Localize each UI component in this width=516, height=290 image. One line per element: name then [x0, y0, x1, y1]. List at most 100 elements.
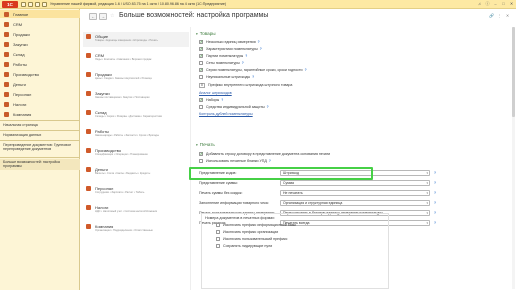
- sum-representation-select[interactable]: Сумма ▾: [280, 180, 430, 186]
- link-icon[interactable]: 🔗: [489, 13, 494, 19]
- section-general[interactable]: Общие Товары • Единицы измерения • Штрих…: [83, 32, 189, 47]
- help-icon[interactable]: ?: [434, 180, 436, 186]
- help-icon[interactable]: ?: [434, 170, 436, 176]
- help-icon[interactable]: ?: [252, 75, 254, 79]
- checkbox[interactable]: [199, 151, 203, 156]
- close-icon[interactable]: ✕: [505, 13, 510, 19]
- open-window-reposting[interactable]: Перепроведение документов: Групповое пер…: [0, 142, 80, 153]
- checkbox[interactable]: [199, 67, 203, 72]
- minimize-icon[interactable]: –: [493, 1, 498, 7]
- checkbox[interactable]: [199, 39, 203, 44]
- section-warehouse[interactable]: Склад Склады • Серии • Резервы • Доставк…: [83, 108, 189, 123]
- numbers-option-row[interactable]: Исключать префикс информационной базы: [216, 223, 296, 227]
- sidebar-item-company[interactable]: Компания: [0, 110, 80, 118]
- goods-row[interactable]: Средства индивидуальной защиты?: [199, 104, 269, 110]
- sidebar-item-warehouse[interactable]: Склад: [0, 50, 80, 58]
- barcode-analog-link[interactable]: Аналог штрихкодов: [199, 91, 232, 95]
- section-sales[interactable]: Продажи Цены • Скидки • Заказы покупател…: [83, 70, 189, 85]
- goods-row[interactable]: Серии номенклатуры, гарантийные сроки, с…: [199, 67, 307, 73]
- print-group-header[interactable]: ▾ Печать: [196, 142, 215, 147]
- help-icon[interactable]: ?: [260, 47, 262, 51]
- checkbox[interactable]: [216, 244, 220, 248]
- checkbox[interactable]: [199, 61, 203, 65]
- print-row[interactable]: Использовать печатные бланки УПД?: [199, 158, 271, 164]
- star-icon[interactable]: [42, 2, 47, 7]
- sidebar-item-production[interactable]: Производство: [0, 70, 80, 78]
- print-row[interactable]: Добавлять строку договору в представлени…: [199, 151, 330, 157]
- checkbox[interactable]: [199, 159, 203, 163]
- back-button[interactable]: ←: [89, 13, 97, 20]
- section-purchases[interactable]: Закупки Заказы поставщикам • Закупки • П…: [83, 89, 189, 104]
- help-icon[interactable]: ?: [221, 98, 223, 102]
- numbers-option-row[interactable]: Исключать пользовательский префикс: [216, 237, 287, 241]
- help-icon[interactable]: ?: [269, 159, 271, 163]
- help-icon[interactable]: ?: [245, 54, 247, 58]
- help-icon[interactable]: ?: [434, 200, 436, 206]
- more-icon[interactable]: ⋮: [497, 13, 502, 19]
- section-money[interactable]: Деньги Валюты • Счета • Кассы • Бюджеты …: [83, 165, 189, 180]
- prefix-input[interactable]: 0: [199, 82, 205, 88]
- checkbox[interactable]: [216, 223, 220, 227]
- goods-link-row[interactable]: Контроль дублей номенклатуры: [199, 111, 253, 117]
- goods-row[interactable]: Неуникальные штрихкоды?: [199, 74, 254, 80]
- section-works[interactable]: Работы Заказ-наряды • Работы • Запчасти …: [83, 127, 189, 142]
- content-scrollbar[interactable]: [512, 27, 515, 289]
- help-icon[interactable]: ?: [305, 68, 307, 72]
- sidebar-item-works[interactable]: Работы: [0, 60, 80, 68]
- company-section-icon: [86, 224, 91, 229]
- section-taxes[interactable]: Налоги НДС • Налоговый учет • Система на…: [83, 203, 189, 218]
- help-icon[interactable]: ?: [434, 220, 436, 226]
- favorite-star-icon[interactable]: ☆: [110, 14, 114, 19]
- goods-link-row[interactable]: Аналог штрихкодов: [199, 90, 232, 96]
- checkbox[interactable]: [199, 46, 203, 51]
- checkbox[interactable]: [199, 75, 203, 79]
- checkbox[interactable]: [199, 53, 203, 58]
- scrollbar-thumb[interactable]: [512, 27, 515, 117]
- sidebar-item-purchases[interactable]: Закупки: [0, 40, 80, 48]
- help-icon[interactable]: ?: [258, 40, 260, 44]
- sidebar-item-taxes[interactable]: Налоги: [0, 100, 80, 108]
- help-icon[interactable]: ?: [434, 190, 436, 196]
- info-icon[interactable]: ⓘ: [485, 1, 490, 7]
- open-window-normalization[interactable]: Нормализация данных: [0, 132, 80, 138]
- goods-row[interactable]: Наборы?: [199, 97, 223, 103]
- sidebar-item-crm[interactable]: CRM: [0, 20, 80, 28]
- forward-button[interactable]: →: [99, 13, 107, 20]
- duplicates-control-link[interactable]: Контроль дублей номенклатуры: [199, 112, 253, 116]
- goods-row[interactable]: Сеты номенклатуры?: [199, 60, 244, 66]
- maximize-icon[interactable]: □: [501, 1, 506, 7]
- checkbox[interactable]: [199, 105, 203, 109]
- section-production[interactable]: Производство Спецификации • Операции • П…: [83, 146, 189, 161]
- numbers-option-row[interactable]: Исключать префикс организации: [216, 230, 278, 234]
- goods-row[interactable]: Характеристики номенклатуры?: [199, 46, 262, 52]
- print-sum-no-discount-select[interactable]: Не печатать ▾: [280, 190, 430, 196]
- numbers-option-row[interactable]: Сохранять лидирующие нули: [216, 244, 272, 248]
- checkbox[interactable]: [216, 237, 220, 241]
- bell-icon[interactable]: ♫: [477, 1, 482, 7]
- section-crm[interactable]: CRM Лиды • Контакты • Кампании • Воронки…: [83, 51, 189, 66]
- goods-row[interactable]: Партии номенклатуры?: [199, 53, 247, 59]
- close-icon[interactable]: ✕: [509, 1, 514, 7]
- dropdown-arrow-icon: ▾: [426, 221, 428, 225]
- section-company[interactable]: Компания Организации • Подразделения • О…: [83, 222, 189, 237]
- help-icon[interactable]: ?: [434, 210, 436, 216]
- sidebar-item-staff[interactable]: Персонал: [0, 90, 80, 98]
- help-icon[interactable]: ?: [267, 105, 269, 109]
- checkbox[interactable]: [199, 97, 203, 102]
- help-icon[interactable]: ?: [242, 61, 244, 65]
- sidebar-item-home[interactable]: Главное: [0, 10, 80, 18]
- menu-icon[interactable]: [21, 2, 26, 7]
- sidebar-item-sales[interactable]: Продажи: [0, 30, 80, 38]
- receipt-info-select[interactable]: Организация и структурная единица ▾: [280, 200, 430, 206]
- sidebar-item-money[interactable]: Деньги: [0, 80, 80, 88]
- open-window-settings[interactable]: Больше возможностей: настройка программы: [0, 159, 80, 170]
- history-icon[interactable]: [35, 2, 40, 7]
- goods-row[interactable]: Несколько единиц измерения?: [199, 39, 260, 45]
- goods-group-header[interactable]: ▾ Товары: [196, 31, 216, 36]
- section-staff[interactable]: Персонал Сотрудники • Зарплата • Расчет …: [83, 184, 189, 199]
- sales-section-icon: [86, 72, 91, 77]
- grid-icon[interactable]: [28, 2, 33, 7]
- section-desc: Заказ-наряды • Работы • Запчасти • Сроки…: [95, 134, 159, 137]
- checkbox[interactable]: [216, 230, 220, 234]
- open-window-start-page[interactable]: Начальная страница: [0, 122, 80, 128]
